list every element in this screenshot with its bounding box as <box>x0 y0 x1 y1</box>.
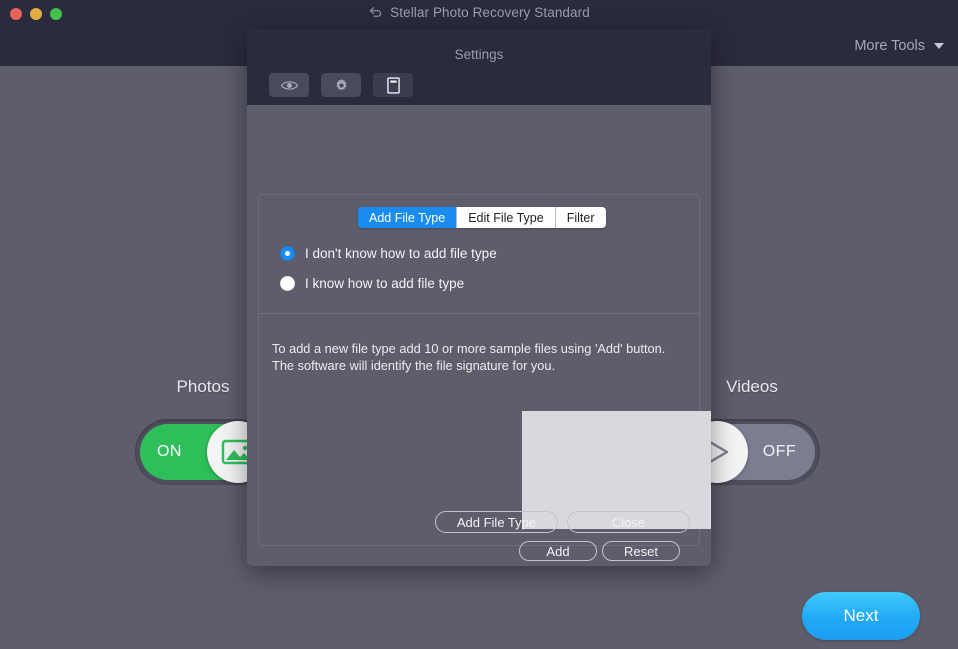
dialog-title: Settings <box>247 47 711 62</box>
minimize-window-button[interactable] <box>30 8 42 20</box>
radio-row-know[interactable]: I know how to add file type <box>280 276 497 291</box>
settings-dialog: Settings <box>247 29 711 566</box>
photos-toggle-state: ON <box>157 419 182 485</box>
eye-icon <box>280 79 299 92</box>
panel-divider <box>259 313 699 314</box>
radio-row-dont-know[interactable]: I don't know how to add file type <box>280 246 497 261</box>
videos-label: Videos <box>726 377 778 397</box>
photos-label: Photos <box>177 377 230 397</box>
tab-filter[interactable]: Filter <box>556 207 606 228</box>
dialog-toolbar <box>269 73 413 97</box>
add-method-radio-group: I don't know how to add file type I know… <box>280 246 497 306</box>
dialog-header: Settings <box>247 29 711 105</box>
instructions-text: To add a new file type add 10 or more sa… <box>272 340 677 374</box>
next-button[interactable]: Next <box>802 592 920 640</box>
traffic-light-buttons <box>10 8 62 20</box>
close-dialog-button[interactable]: Close <box>567 511 690 533</box>
tab-edit-file-type[interactable]: Edit File Type <box>457 207 556 228</box>
chevron-down-icon <box>934 43 944 49</box>
radio-label-know: I know how to add file type <box>305 276 464 291</box>
tab-add-file-type[interactable]: Add File Type <box>358 207 457 228</box>
dialog-footer: Add File Type Close <box>247 490 711 566</box>
file-type-tabs: Add File Type Edit File Type Filter <box>358 207 606 228</box>
preview-eye-button[interactable] <box>269 73 309 97</box>
file-type-button[interactable] <box>373 73 413 97</box>
gear-icon <box>334 78 349 93</box>
app-title: Stellar Photo Recovery Standard <box>390 5 590 20</box>
radio-dont-know[interactable] <box>280 246 295 261</box>
maximize-window-button[interactable] <box>50 8 62 20</box>
close-window-button[interactable] <box>10 8 22 20</box>
radio-know[interactable] <box>280 276 295 291</box>
more-tools-menu[interactable]: More Tools <box>854 38 944 54</box>
document-icon <box>387 77 400 94</box>
radio-label-dont-know: I don't know how to add file type <box>305 246 497 261</box>
add-file-type-button[interactable]: Add File Type <box>435 511 558 533</box>
back-arrow-icon <box>368 5 383 20</box>
videos-toggle-state: OFF <box>763 419 796 485</box>
app-title-group: Stellar Photo Recovery Standard <box>0 5 958 20</box>
dialog-body: Add File Type Edit File Type Filter I do… <box>247 105 711 566</box>
more-tools-label: More Tools <box>854 38 925 54</box>
general-settings-button[interactable] <box>321 73 361 97</box>
